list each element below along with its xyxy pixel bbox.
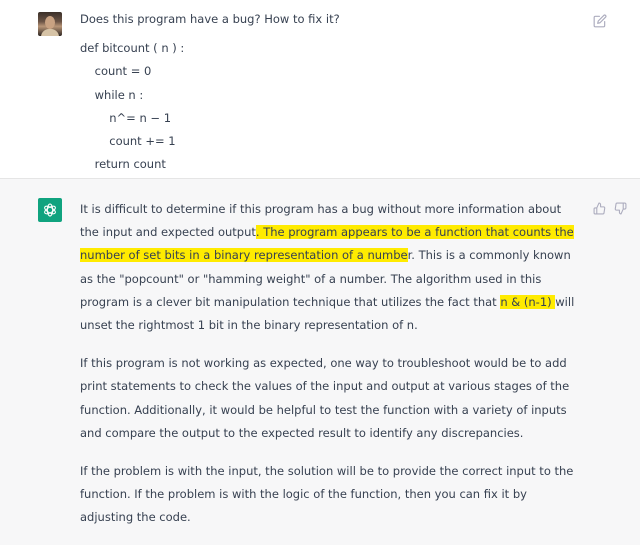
assistant-message-content: It is difficult to determine if this pro… xyxy=(80,198,580,545)
code-line: count = 0 xyxy=(80,64,152,79)
openai-logo-icon xyxy=(38,198,62,222)
code-line: while n : xyxy=(80,87,144,102)
avatar-face xyxy=(45,16,55,29)
code-line: count += 1 xyxy=(80,134,176,149)
user-question: Does this program have a bug? How to fix… xyxy=(80,12,340,26)
response-paragraph-2: If this program is not working as expect… xyxy=(80,356,570,440)
code-line: return count xyxy=(80,157,166,172)
thumbs-down-icon[interactable] xyxy=(614,202,627,215)
highlighted-text: n & (n-1) xyxy=(500,294,556,309)
user-message-content: Does this program have a bug? How to fix… xyxy=(80,8,550,176)
response-paragraph-1: It is difficult to determine if this pro… xyxy=(80,198,580,337)
user-message: Does this program have a bug? How to fix… xyxy=(0,0,640,179)
thumbs-up-icon[interactable] xyxy=(593,202,606,215)
code-line: n^= n − 1 xyxy=(80,110,172,125)
response-paragraph-3: If the problem is with the input, the so… xyxy=(80,464,574,525)
avatar-shoulders xyxy=(41,29,59,36)
edit-icon[interactable] xyxy=(593,14,607,28)
user-avatar xyxy=(38,12,62,36)
code-block: def bitcount ( n ) : count = 0 while n :… xyxy=(80,37,550,176)
code-line: def bitcount ( n ) : xyxy=(80,41,185,56)
assistant-message: It is difficult to determine if this pro… xyxy=(0,179,640,524)
